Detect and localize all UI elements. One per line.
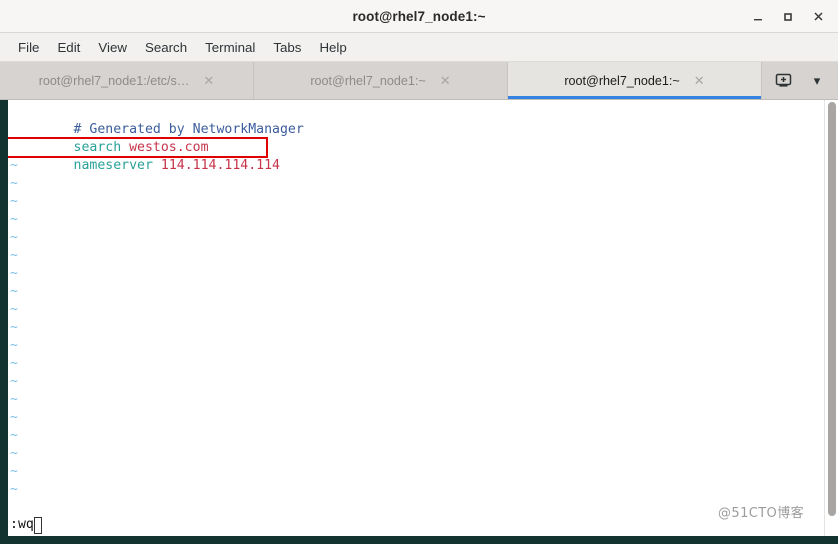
vim-empty-line-marker: ~ [8,445,824,463]
terminal-scrollbar[interactable] [824,100,838,536]
vim-command-line[interactable]: :wq [8,514,824,536]
tilde-icon: ~ [10,230,18,245]
new-tab-icon [775,73,791,87]
vim-empty-line-marker: ~ [8,481,824,499]
vim-command-text: :wq [10,517,34,532]
vim-empty-line-marker: ~ [8,373,824,391]
file-line-2-directive: search [73,140,130,155]
tilde-icon: ~ [10,392,18,407]
vim-empty-line-marker: ~ [8,337,824,355]
title-bar: root@rhel7_node1:~ [0,0,838,33]
tab-bar-actions: ▾ [762,62,838,99]
menu-item-edit[interactable]: Edit [48,37,89,58]
tab-bar: root@rhel7_node1:/etc/s… ✕ root@rhel7_no… [0,62,838,100]
close-icon [813,12,823,21]
menu-item-file[interactable]: File [9,37,48,58]
chevron-down-icon: ▾ [813,72,821,88]
file-line-1-text: # Generated by NetworkManager [73,122,304,137]
window-bottom-strip [0,536,838,544]
tilde-icon: ~ [10,356,18,371]
tilde-icon: ~ [10,248,18,263]
tilde-icon: ~ [10,428,18,443]
minimize-button[interactable] [744,4,772,30]
minimize-icon [754,18,762,20]
menu-item-view[interactable]: View [89,37,136,58]
file-line-3-directive: nameserver [73,158,161,173]
tilde-icon: ~ [10,482,18,497]
tilde-icon: ~ [10,464,18,479]
vim-empty-line-marker: ~ [8,355,824,373]
tilde-icon: ~ [10,302,18,317]
tab-list-dropdown-button[interactable]: ▾ [800,62,834,100]
vim-empty-line-marker: ~ [8,211,824,229]
vim-editor-area[interactable]: # Generated by NetworkManager search wes… [8,100,824,536]
menu-bar: File Edit View Search Terminal Tabs Help [0,33,838,62]
terminal-scrollbar-thumb[interactable] [828,102,836,516]
file-line-2-value: westos.com [129,140,209,155]
maximize-icon [784,12,792,21]
tilde-icon: ~ [10,410,18,425]
tilde-icon: ~ [10,338,18,353]
menu-item-help[interactable]: Help [310,37,355,58]
tab-2-close-icon[interactable]: ✕ [440,74,451,87]
vim-empty-line-marker: ~ [8,319,824,337]
terminal-window: root@rhel7_node1:~ File Edit View Search… [0,0,838,544]
tilde-icon: ~ [10,158,18,173]
maximize-button[interactable] [774,4,802,30]
window-controls [744,0,832,33]
new-tab-button[interactable] [766,62,800,100]
vim-empty-line-marker: ~ [8,247,824,265]
tab-3[interactable]: root@rhel7_node1:~ ✕ [508,62,762,99]
tab-2[interactable]: root@rhel7_node1:~ ✕ [254,62,508,99]
tilde-icon: ~ [10,446,18,461]
file-line-1: # Generated by NetworkManager [8,103,824,137]
tilde-icon: ~ [10,374,18,389]
tab-3-label: root@rhel7_node1:~ [564,73,680,88]
menu-item-tabs[interactable]: Tabs [264,37,310,58]
file-line-3-value: 114.114.114.114 [160,158,280,173]
tilde-icon: ~ [10,284,18,299]
vim-empty-line-marker: ~ [8,193,824,211]
tilde-icon: ~ [10,212,18,227]
tab-3-close-icon[interactable]: ✕ [694,74,705,87]
menu-item-terminal[interactable]: Terminal [196,37,264,58]
vim-empty-line-marker: ~ [8,463,824,481]
vim-empty-line-marker: ~ [8,283,824,301]
tab-2-label: root@rhel7_node1:~ [310,73,426,88]
tilde-icon: ~ [10,320,18,335]
window-title: root@rhel7_node1:~ [352,8,486,24]
vim-empty-line-marker: ~ [8,427,824,445]
vim-empty-line-marker: ~ [8,301,824,319]
vim-empty-line-marker: ~ [8,391,824,409]
tab-1-label: root@rhel7_node1:/etc/s… [38,73,190,88]
terminal-left-border [0,100,8,536]
tab-1[interactable]: root@rhel7_node1:/etc/s… ✕ [0,62,254,99]
vim-empty-line-marker: ~ [8,175,824,193]
vim-empty-line-markers: ~ ~ ~ ~ ~ ~ ~ ~ ~ ~ ~ ~ ~ ~ ~ ~ ~ ~ ~ [8,157,824,499]
vim-empty-line-marker: ~ [8,229,824,247]
tab-1-close-icon[interactable]: ✕ [203,74,214,87]
vim-empty-line-marker: ~ [8,409,824,427]
close-button[interactable] [804,4,832,30]
tilde-icon: ~ [10,194,18,209]
vim-empty-line-marker: ~ [8,265,824,283]
terminal-body: # Generated by NetworkManager search wes… [0,100,838,536]
tilde-icon: ~ [10,266,18,281]
menu-item-search[interactable]: Search [136,37,196,58]
text-cursor [33,516,42,534]
tilde-icon: ~ [10,176,18,191]
